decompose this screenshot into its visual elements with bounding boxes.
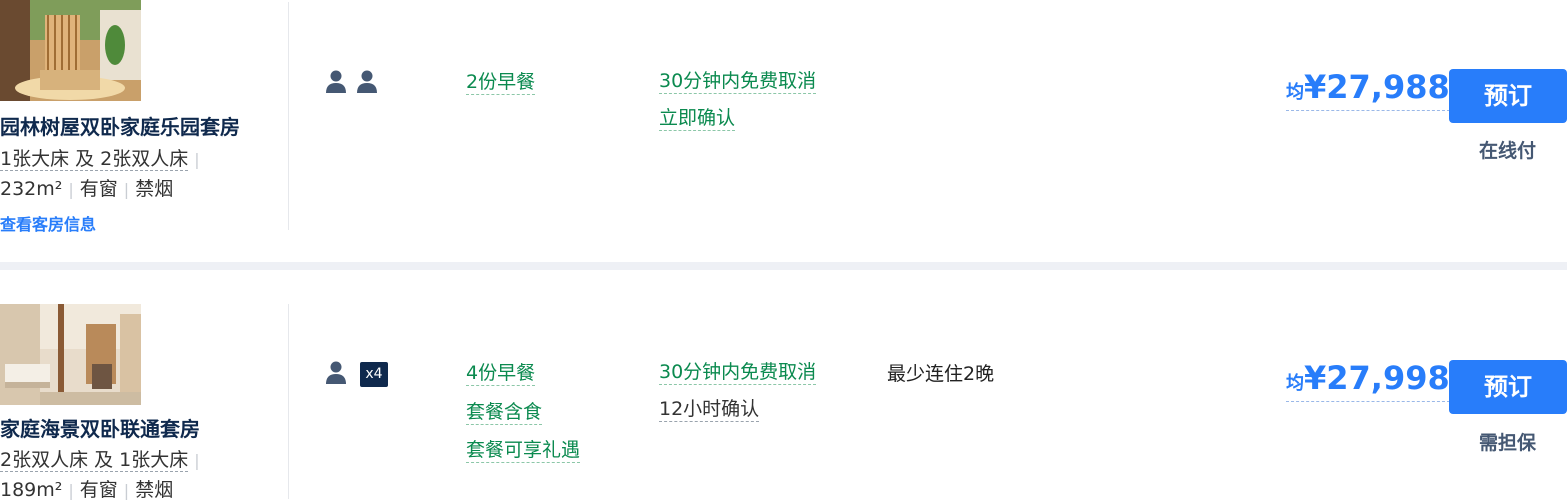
room-photo-seaview[interactable] <box>0 304 141 405</box>
bed-type[interactable]: 2张双人床 及 1张大床 <box>0 449 189 472</box>
payment-type: 需担保 <box>1479 432 1537 454</box>
room-facts: 232m² | 有窗 | 禁烟 <box>0 174 173 201</box>
bed-type[interactable]: 1张大床 及 2张双人床 <box>0 148 189 171</box>
book-button[interactable]: 预订 <box>1449 360 1567 414</box>
price[interactable]: 均¥27,988 <box>1286 68 1450 111</box>
book-button[interactable]: 预订 <box>1449 69 1567 123</box>
room-name: 园林树屋双卧家庭乐园套房 <box>0 115 240 139</box>
divider: | <box>123 481 130 500</box>
breakfast-info[interactable]: 4份早餐 <box>466 361 536 386</box>
confirm-info[interactable]: 12小时确认 <box>659 397 760 422</box>
free-cancel-policy[interactable]: 30分钟内免费取消 <box>659 69 817 94</box>
bed-info: 2张双人床 及 1张大床 | <box>0 445 206 472</box>
room-facts: 189m² | 有窗 | 禁烟 <box>0 475 173 502</box>
bed-info: 1张大床 及 2张双人床 | <box>0 144 206 171</box>
room-area: 189m² <box>0 479 63 501</box>
row-separator <box>0 262 1567 270</box>
window-info: 有窗 <box>79 178 118 200</box>
price-avg-label: 均 <box>1286 82 1304 103</box>
divider: | <box>68 180 74 199</box>
price-amount: ¥27,988 <box>1304 68 1450 106</box>
room-row: 园林树屋双卧家庭乐园套房 1张大床 及 2张双人床 | 232m² | 有窗 | 禁烟 查… <box>0 0 1567 262</box>
breakfast-info[interactable]: 2份早餐 <box>466 70 536 95</box>
window-info: 有窗 <box>79 479 118 501</box>
divider: | <box>68 481 74 500</box>
room-name: 家庭海景双卧联通套房 <box>0 417 200 441</box>
smoking-info: 禁烟 <box>135 178 174 200</box>
price-avg-label: 均 <box>1286 373 1304 394</box>
confirm-info[interactable]: 立即确认 <box>659 106 736 131</box>
payment-type: 在线付 <box>1479 140 1537 162</box>
person-icon <box>326 361 346 384</box>
guest-count-badge: x4 <box>360 362 388 387</box>
person-icon <box>357 70 377 93</box>
room-photo-treehouse[interactable] <box>0 0 141 101</box>
price[interactable]: 均¥27,998 <box>1286 359 1450 402</box>
price-amount: ¥27,998 <box>1304 359 1450 397</box>
column-divider <box>288 304 289 499</box>
divider: | <box>194 451 200 470</box>
divider: | <box>123 180 130 199</box>
room-row: 家庭海景双卧联通套房 2张双人床 及 1张大床 | 189m² | 有窗 | 禁烟 x4 … <box>0 270 1567 502</box>
package-meal-info[interactable]: 套餐含食 <box>466 400 543 425</box>
person-icon <box>326 70 346 93</box>
view-room-info-link[interactable]: 查看客房信息 <box>0 211 96 235</box>
column-divider <box>288 2 289 230</box>
min-stay-info: 最少连住2晚 <box>887 363 995 385</box>
package-gift-info[interactable]: 套餐可享礼遇 <box>466 438 581 463</box>
room-area: 232m² <box>0 178 63 200</box>
divider: | <box>194 150 200 169</box>
smoking-info: 禁烟 <box>135 479 174 501</box>
free-cancel-policy[interactable]: 30分钟内免费取消 <box>659 360 817 385</box>
